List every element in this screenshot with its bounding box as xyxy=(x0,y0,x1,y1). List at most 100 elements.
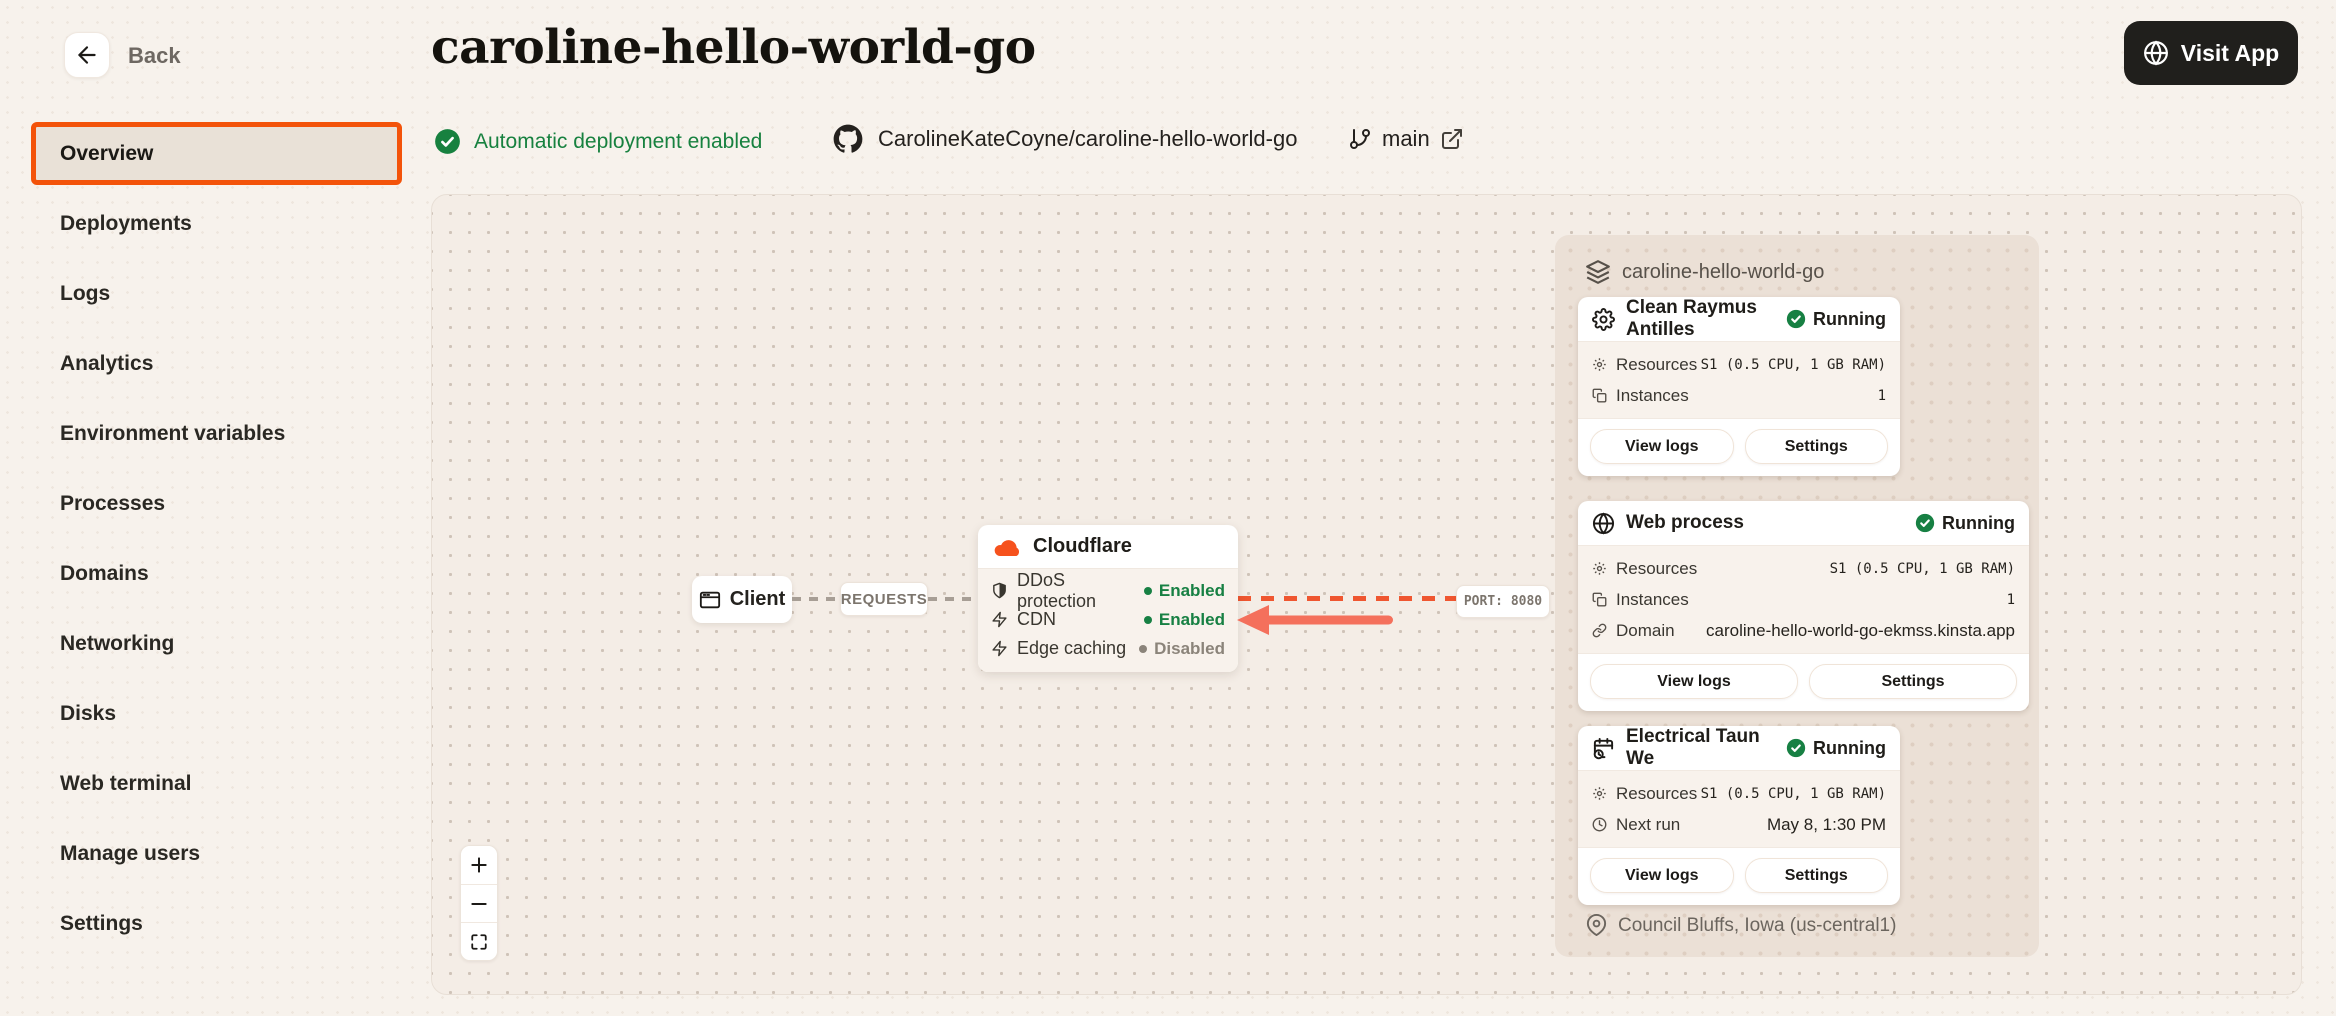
instances-value: 1 xyxy=(1689,592,2015,608)
status-badge: Running xyxy=(1786,738,1886,759)
deployment-status-label: Automatic deployment enabled xyxy=(474,130,762,154)
resources-row: Resources S1 (0.5 CPU, 1 GB RAM) xyxy=(1592,778,1886,809)
connector-requests-cloudflare xyxy=(928,597,978,601)
external-link-icon[interactable] xyxy=(1440,127,1464,151)
edge-caching-status: Disabled xyxy=(1154,639,1225,659)
sidebar-item-networking[interactable]: Networking xyxy=(31,612,402,675)
zoom-controls xyxy=(460,845,498,961)
process-name: Web process xyxy=(1626,512,1904,534)
card-header: Web process Running xyxy=(1578,501,2029,545)
resources-value: S1 (0.5 CPU, 1 GB RAM) xyxy=(1697,786,1886,802)
back-label[interactable]: Back xyxy=(128,43,181,69)
sidebar-item-domains[interactable]: Domains xyxy=(31,542,402,605)
next-run-row: Next run May 8, 1:30 PM xyxy=(1592,809,1886,840)
status-dot xyxy=(1144,587,1152,595)
client-label: Client xyxy=(730,588,786,611)
visit-app-button[interactable]: Visit App xyxy=(2124,21,2298,85)
sidebar-item-deployments[interactable]: Deployments xyxy=(31,192,402,255)
sidebar-item-logs[interactable]: Logs xyxy=(31,262,402,325)
gear-small-icon xyxy=(1592,786,1607,801)
cloudflare-row-ddos: DDoS protection Enabled xyxy=(991,576,1225,605)
cloudflare-card-header: Cloudflare xyxy=(978,525,1238,568)
status-label: Running xyxy=(1813,738,1886,759)
cloudflare-title: Cloudflare xyxy=(1033,535,1132,558)
gear-small-icon xyxy=(1592,561,1607,576)
instances-label: Instances xyxy=(1616,590,1689,610)
view-logs-button[interactable]: View logs xyxy=(1590,858,1734,893)
gear-small-icon xyxy=(1592,357,1607,372)
zoom-in-button[interactable] xyxy=(461,846,497,884)
process-card-worker: Clean Raymus Antilles Running Resources … xyxy=(1578,297,1900,476)
status-dot xyxy=(1144,616,1152,624)
instances-label: Instances xyxy=(1616,386,1689,406)
topology-canvas[interactable]: Client REQUESTS PORT: 8080 Cloudflare xyxy=(431,194,2302,995)
copies-icon xyxy=(1592,592,1607,607)
instances-value: 1 xyxy=(1689,388,1886,404)
fit-view-button[interactable] xyxy=(461,922,497,960)
resources-label: Resources xyxy=(1616,559,1697,579)
check-circle-icon xyxy=(434,128,461,155)
page-title: caroline-hello-world-go xyxy=(431,20,1036,75)
resources-value: S1 (0.5 CPU, 1 GB RAM) xyxy=(1697,357,1886,373)
resources-row: Resources S1 (0.5 CPU, 1 GB RAM) xyxy=(1592,349,1886,380)
resources-value: S1 (0.5 CPU, 1 GB RAM) xyxy=(1697,561,2015,577)
cdn-status: Enabled xyxy=(1159,610,1225,630)
bolt-icon xyxy=(991,640,1008,657)
deployment-status: Automatic deployment enabled xyxy=(434,128,762,155)
settings-button[interactable]: Settings xyxy=(1809,664,2017,699)
sidebar-item-disks[interactable]: Disks xyxy=(31,682,402,745)
zoom-out-button[interactable] xyxy=(461,884,497,922)
globe-icon xyxy=(2143,40,2169,66)
sidebar-item-manage-users[interactable]: Manage users xyxy=(31,822,402,885)
sidebar: Overview Deployments Logs Analytics Envi… xyxy=(31,122,402,962)
bolt-icon xyxy=(991,611,1008,628)
cloudflare-icon xyxy=(994,537,1022,557)
card-header: Electrical Taun We Running xyxy=(1578,726,1900,770)
domain-label: Domain xyxy=(1616,621,1675,641)
github-icon xyxy=(833,124,863,154)
connector-client-requests xyxy=(792,597,840,601)
sidebar-item-environment-variables[interactable]: Environment variables xyxy=(31,402,402,465)
branch-row: main xyxy=(1348,126,1464,152)
status-badge: Running xyxy=(1786,309,1886,330)
sidebar-item-processes[interactable]: Processes xyxy=(31,472,402,535)
resources-row: Resources S1 (0.5 CPU, 1 GB RAM) xyxy=(1592,553,2015,584)
view-logs-button[interactable]: View logs xyxy=(1590,429,1734,464)
settings-button[interactable]: Settings xyxy=(1745,429,1889,464)
sidebar-item-settings[interactable]: Settings xyxy=(31,892,402,955)
ddos-status: Enabled xyxy=(1159,581,1225,601)
card-body: Resources S1 (0.5 CPU, 1 GB RAM) Next ru… xyxy=(1578,770,1900,848)
copies-icon xyxy=(1592,388,1607,403)
view-logs-button[interactable]: View logs xyxy=(1590,664,1798,699)
domain-row: Domain caroline-hello-world-go-ekmss.kin… xyxy=(1592,615,2015,646)
datacenter-location: Council Bluffs, Iowa (us-central1) xyxy=(1585,914,1896,937)
cloudflare-row-edge-caching: Edge caching Disabled xyxy=(991,634,1225,663)
card-footer: View logs Settings xyxy=(1578,848,1900,905)
cloudflare-card: Cloudflare DDoS protection Enabled CDN xyxy=(978,525,1238,672)
status-label: Running xyxy=(1942,513,2015,534)
status-badge: Running xyxy=(1915,513,2015,534)
process-name: Clean Raymus Antilles xyxy=(1626,297,1775,341)
sidebar-item-analytics[interactable]: Analytics xyxy=(31,332,402,395)
back-button[interactable] xyxy=(64,32,110,78)
branch-name: main xyxy=(1382,126,1430,152)
process-name: Electrical Taun We xyxy=(1626,726,1775,770)
card-footer: View logs Settings xyxy=(1578,419,1900,476)
client-node: Client xyxy=(692,576,792,623)
sidebar-item-web-terminal[interactable]: Web terminal xyxy=(31,752,402,815)
instances-row: Instances 1 xyxy=(1592,380,1886,411)
port-label: PORT: 8080 xyxy=(1456,585,1550,618)
app-group-panel: caroline-hello-world-go Clean Raymus Ant… xyxy=(1555,235,2039,957)
card-footer: View logs Settings xyxy=(1578,654,2029,711)
app-overview-page: Back caroline-hello-world-go Visit App A… xyxy=(0,0,2336,1016)
next-run-value: May 8, 1:30 PM xyxy=(1680,815,1886,835)
git-branch-icon xyxy=(1348,127,1372,151)
map-pin-icon xyxy=(1585,914,1608,937)
repo-link[interactable]: CarolineKateCoyne/caroline-hello-world-g… xyxy=(833,124,1297,154)
sidebar-item-overview[interactable]: Overview xyxy=(31,122,402,185)
app-group-header: caroline-hello-world-go xyxy=(1585,259,1824,285)
clock-icon xyxy=(1592,817,1607,832)
resources-label: Resources xyxy=(1616,784,1697,804)
resources-label: Resources xyxy=(1616,355,1697,375)
settings-button[interactable]: Settings xyxy=(1745,858,1889,893)
